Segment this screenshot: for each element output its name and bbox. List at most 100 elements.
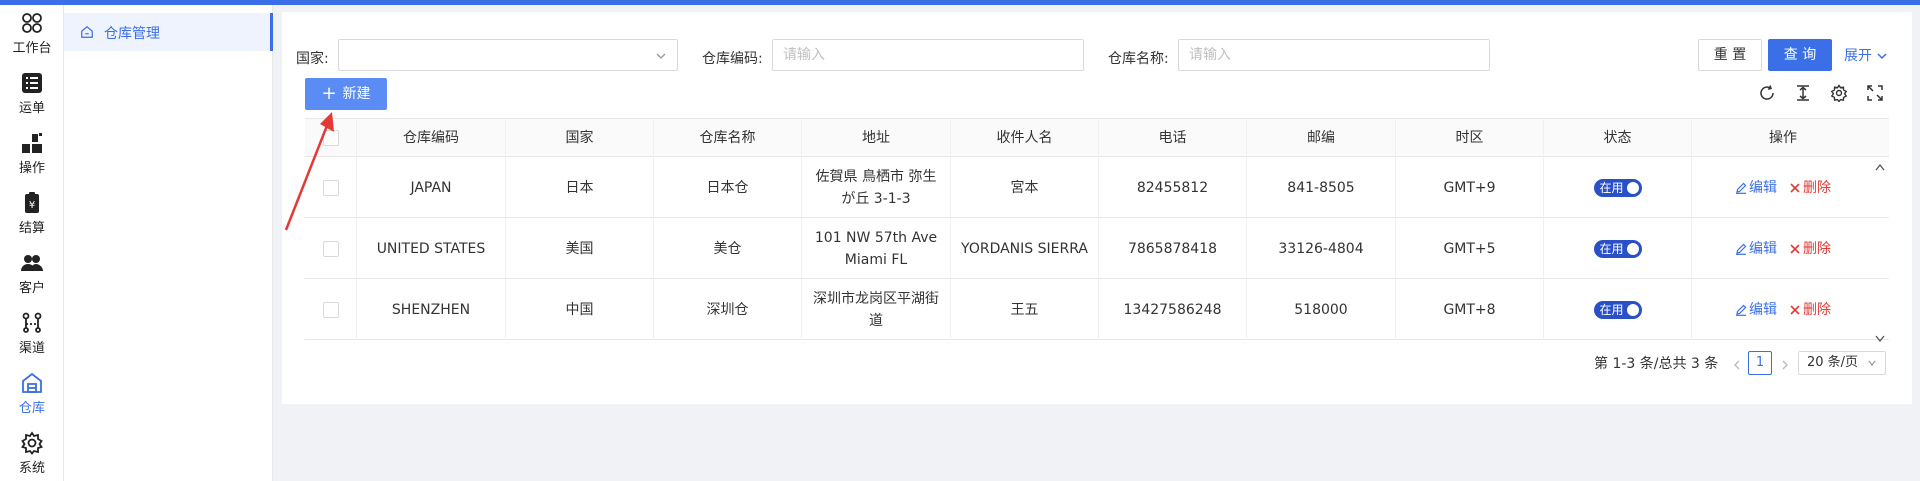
delete-link[interactable]: 删除: [1789, 299, 1831, 321]
chevron-down-icon: [1877, 53, 1887, 60]
pagination-summary: 第 1-3 条/总共 3 条: [1594, 356, 1719, 372]
col-header[interactable]: 收件人名: [951, 119, 1099, 157]
nav-label: 客户: [18, 281, 45, 296]
reset-button[interactable]: 重 置: [1698, 39, 1762, 71]
column-height-icon[interactable]: [1794, 84, 1812, 102]
cell-actions: 编辑 删除: [1692, 218, 1874, 279]
nav-item-waybill[interactable]: 运单: [0, 67, 64, 125]
sub-menu: 仓库管理: [64, 5, 273, 481]
nav-label: 结算: [18, 221, 45, 236]
waybill-icon: [22, 73, 42, 93]
top-accent-bar: [0, 0, 1920, 5]
col-header[interactable]: 国家: [506, 119, 654, 157]
row-checkbox[interactable]: [322, 240, 339, 257]
status-toggle[interactable]: 在用: [1593, 239, 1642, 258]
col-header[interactable]: 仓库名称: [654, 119, 802, 157]
nav-item-operation[interactable]: 操作: [0, 127, 64, 185]
nav-item-system[interactable]: 系统: [0, 427, 64, 481]
nav-item-warehouse[interactable]: 仓库: [0, 367, 64, 425]
chevron-down-icon: [656, 53, 666, 59]
cell-address: 佐賀県 鳥栖市 弥生が丘 3-1-3: [802, 157, 951, 218]
country-select[interactable]: [338, 39, 678, 71]
chevron-down-icon: [1868, 360, 1876, 366]
table-scrollbar[interactable]: [1874, 162, 1886, 344]
edit-link[interactable]: 编辑: [1735, 177, 1777, 199]
table-header: 仓库编码 国家 仓库名称 地址 收件人名 电话 邮编 时区 状态 操作: [305, 119, 1889, 157]
nav-label: 渠道: [18, 341, 45, 356]
query-button[interactable]: 查 询: [1768, 39, 1832, 71]
warehouse-name-field[interactable]: [1178, 39, 1490, 71]
cell-code: JAPAN: [357, 157, 506, 218]
page-size-label: 20 条/页: [1807, 355, 1859, 370]
channel-icon: [22, 312, 42, 333]
col-header[interactable]: 仓库编码: [357, 119, 506, 157]
status-toggle[interactable]: 在用: [1593, 300, 1642, 319]
next-page-icon[interactable]: [1780, 359, 1790, 371]
cell-zip: 841-8505: [1247, 157, 1396, 218]
nav-item-channel[interactable]: 渠道: [0, 307, 64, 365]
warehouse-table: 仓库编码 国家 仓库名称 地址 收件人名 电话 邮编 时区 状态 操作 JAPA…: [305, 118, 1889, 340]
submenu-item-warehouse-management[interactable]: 仓库管理: [64, 13, 273, 51]
warehouse-name-input[interactable]: [1179, 40, 1489, 70]
cell-country: 美国: [506, 218, 654, 279]
settings-icon: [21, 431, 43, 455]
cell-name: 深圳仓: [654, 279, 802, 340]
customer-icon: [21, 255, 43, 271]
cell-actions: 编辑 删除: [1692, 279, 1874, 340]
page-size-select[interactable]: 20 条/页: [1798, 351, 1886, 375]
cell-timezone: GMT+9: [1396, 157, 1544, 218]
content-card: 国家: 仓库编码: 仓库名称: 重 置 查 询 展开 + 新建: [282, 12, 1912, 404]
new-button[interactable]: + 新建: [305, 78, 387, 110]
operation-icon: [22, 133, 42, 153]
status-toggle[interactable]: 在用: [1593, 178, 1642, 197]
cell-status: 在用: [1544, 279, 1692, 340]
cell-timezone: GMT+8: [1396, 279, 1544, 340]
nav-label: 仓库: [18, 401, 45, 416]
new-label: 新建: [342, 86, 371, 102]
prev-page-icon[interactable]: [1732, 359, 1742, 371]
nav-label: 工作台: [12, 41, 52, 56]
col-header[interactable]: 邮编: [1247, 119, 1396, 157]
table-row: SHENZHEN 中国 深圳仓 深圳市龙岗区平湖街道 王五 1342758624…: [305, 279, 1889, 340]
nav-item-customer[interactable]: 客户: [0, 247, 64, 305]
scroll-down-icon: [1875, 335, 1885, 343]
cell-code: SHENZHEN: [357, 279, 506, 340]
status-label: 在用: [1599, 302, 1624, 317]
setting-icon[interactable]: [1830, 84, 1848, 102]
edit-link[interactable]: 编辑: [1735, 299, 1777, 321]
row-checkbox[interactable]: [322, 301, 339, 318]
edit-icon: [1736, 243, 1747, 255]
warehouse-code-input[interactable]: [773, 40, 1083, 70]
nav-item-workbench[interactable]: 工作台: [0, 7, 64, 65]
col-header[interactable]: 地址: [802, 119, 951, 157]
status-label: 在用: [1599, 241, 1624, 256]
cell-address: 深圳市龙岗区平湖街道: [802, 279, 951, 340]
page-number-current[interactable]: 1: [1748, 351, 1772, 375]
col-header[interactable]: 电话: [1099, 119, 1247, 157]
delete-link[interactable]: 删除: [1789, 177, 1831, 199]
cell-recipient: YORDANIS SIERRA: [951, 218, 1099, 279]
col-header[interactable]: 状态: [1544, 119, 1692, 157]
home-icon: [81, 25, 93, 38]
cell-actions: 编辑 删除: [1692, 157, 1874, 218]
close-icon: [1790, 243, 1800, 254]
refresh-icon[interactable]: [1758, 84, 1776, 102]
cell-country: 日本: [506, 157, 654, 218]
table-row: JAPAN 日本 日本仓 佐賀県 鳥栖市 弥生が丘 3-1-3 宮本 82455…: [305, 157, 1889, 218]
country-select-input[interactable]: [339, 40, 677, 70]
edit-link[interactable]: 编辑: [1735, 238, 1777, 260]
delete-link[interactable]: 删除: [1789, 238, 1831, 260]
expand-label: 展开: [1844, 48, 1872, 64]
cell-timezone: GMT+5: [1396, 218, 1544, 279]
nav-item-settlement[interactable]: ¥ 结算: [0, 187, 64, 245]
expand-button[interactable]: 展开: [1844, 45, 1888, 65]
fullscreen-icon[interactable]: [1866, 84, 1884, 102]
cell-recipient: 王五: [951, 279, 1099, 340]
warehouse-code-field[interactable]: [772, 39, 1084, 71]
cell-zip: 518000: [1247, 279, 1396, 340]
country-label: 国家:: [296, 51, 329, 67]
col-header: 操作: [1769, 130, 1797, 146]
settlement-icon: ¥: [25, 192, 39, 213]
edit-icon: [1736, 182, 1747, 194]
col-header[interactable]: 时区: [1396, 119, 1544, 157]
